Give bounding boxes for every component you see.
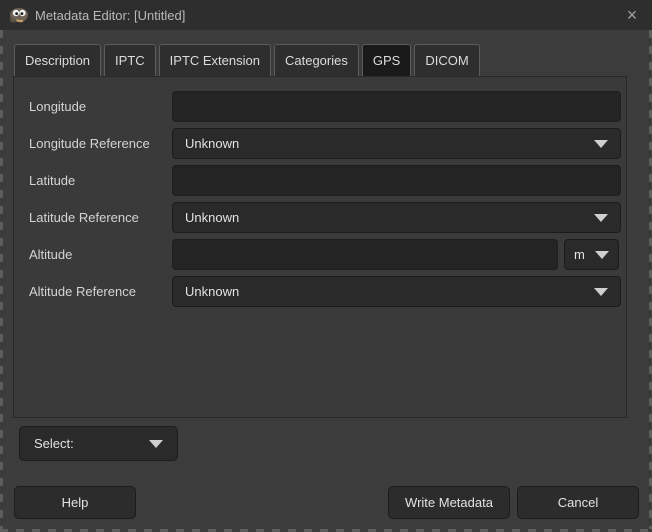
chevron-down-icon <box>594 214 608 222</box>
form-row-altitude: Altitude m <box>14 239 626 270</box>
tab-iptc-extension[interactable]: IPTC Extension <box>159 44 271 76</box>
latitude-reference-label: Latitude Reference <box>29 202 139 233</box>
dropdown-value: Unknown <box>185 210 594 225</box>
cancel-button[interactable]: Cancel <box>517 486 639 519</box>
tab-label: DICOM <box>425 53 468 68</box>
longitude-label: Longitude <box>29 91 86 122</box>
form-row-longitude-reference: Longitude Reference Unknown <box>14 128 626 159</box>
form-row-altitude-reference: Altitude Reference Unknown <box>14 276 626 307</box>
altitude-reference-dropdown[interactable]: Unknown <box>172 276 621 307</box>
chevron-down-icon <box>149 440 163 448</box>
altitude-label: Altitude <box>29 239 72 270</box>
altitude-unit-dropdown[interactable]: m <box>564 239 619 270</box>
select-dropdown-label: Select: <box>34 436 149 451</box>
metadata-tabbar: Description IPTC IPTC Extension Categori… <box>14 44 638 76</box>
close-icon[interactable]: × <box>619 2 645 28</box>
chevron-down-icon <box>594 140 608 148</box>
tab-label: Categories <box>285 53 348 68</box>
tab-description[interactable]: Description <box>14 44 101 76</box>
dropdown-value: m <box>574 247 595 262</box>
titlebar: Metadata Editor: [Untitled] × <box>0 0 652 30</box>
tab-label: GPS <box>373 53 400 68</box>
form-row-latitude: Latitude <box>14 165 626 196</box>
dropdown-value: Unknown <box>185 284 594 299</box>
metadata-editor-dialog: Metadata Editor: [Untitled] × Descriptio… <box>0 0 652 532</box>
chevron-down-icon <box>595 251 609 259</box>
tab-label: Description <box>25 53 90 68</box>
window-edge-left <box>0 30 3 532</box>
dropdown-value: Unknown <box>185 136 594 151</box>
gimp-wilber-icon <box>8 7 29 24</box>
tab-iptc[interactable]: IPTC <box>104 44 156 76</box>
longitude-reference-dropdown[interactable]: Unknown <box>172 128 621 159</box>
help-button[interactable]: Help <box>14 486 136 519</box>
select-dropdown[interactable]: Select: <box>19 426 178 461</box>
tab-label: IPTC <box>115 53 145 68</box>
tab-dicom[interactable]: DICOM <box>414 44 479 76</box>
tab-categories[interactable]: Categories <box>274 44 359 76</box>
altitude-reference-label: Altitude Reference <box>29 276 136 307</box>
altitude-input[interactable] <box>172 239 558 270</box>
latitude-input[interactable] <box>172 165 621 196</box>
form-row-longitude: Longitude <box>14 91 626 122</box>
close-glyph: × <box>627 6 638 24</box>
write-metadata-button[interactable]: Write Metadata <box>388 486 510 519</box>
tab-label: IPTC Extension <box>170 53 260 68</box>
tab-gps[interactable]: GPS <box>362 44 411 76</box>
latitude-reference-dropdown[interactable]: Unknown <box>172 202 621 233</box>
latitude-label: Latitude <box>29 165 75 196</box>
window-title: Metadata Editor: [Untitled] <box>35 8 185 23</box>
longitude-reference-label: Longitude Reference <box>29 128 150 159</box>
chevron-down-icon <box>594 288 608 296</box>
gps-tab-panel: Longitude Longitude Reference Unknown La… <box>13 76 627 418</box>
longitude-input[interactable] <box>172 91 621 122</box>
form-row-latitude-reference: Latitude Reference Unknown <box>14 202 626 233</box>
